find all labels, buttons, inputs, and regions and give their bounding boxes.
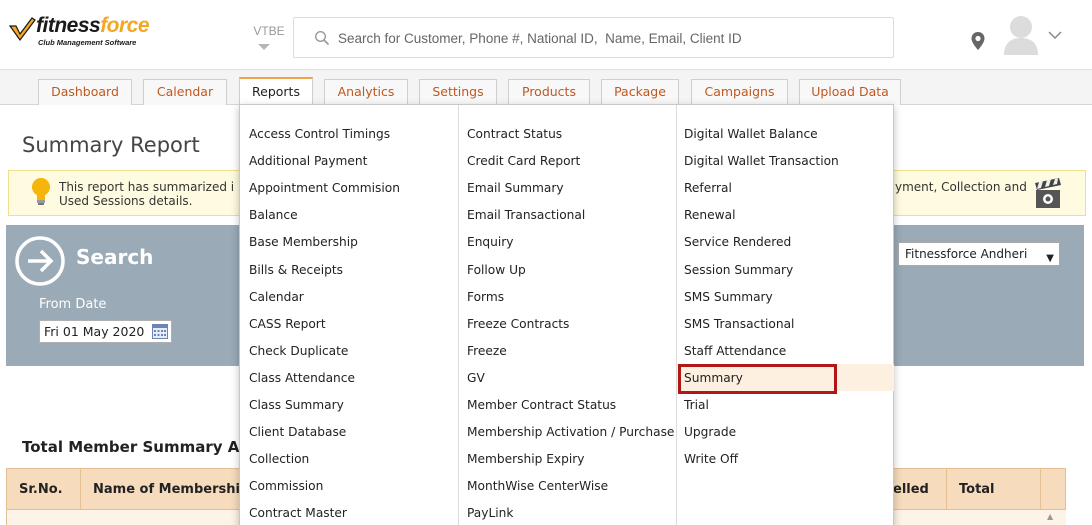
menu-item-credit-card-report[interactable]: Credit Card Report: [467, 154, 580, 168]
tab-calendar[interactable]: Calendar: [143, 79, 227, 105]
menu-item-digital-wallet-transaction[interactable]: Digital Wallet Transaction: [684, 154, 839, 168]
menu-item-membership-expiry[interactable]: Membership Expiry: [467, 452, 584, 466]
select-caret-icon: ▼: [1046, 253, 1054, 264]
menu-item-renewal[interactable]: Renewal: [684, 208, 735, 222]
from-date-label: From Date: [39, 297, 107, 312]
menu-item-referral[interactable]: Referral: [684, 181, 732, 195]
tab-upload-data[interactable]: Upload Data: [799, 79, 901, 105]
center-caret-icon[interactable]: [258, 44, 270, 50]
arrow-right-circle-icon[interactable]: [14, 235, 66, 287]
total-member-summary-title: Total Member Summary A: [22, 438, 240, 456]
branch-select-value: Fitnessforce Andheri: [905, 247, 1028, 261]
menu-item-write-off[interactable]: Write Off: [684, 452, 738, 466]
info-text-line2: Used Sessions details.: [59, 194, 193, 208]
reports-dropdown-menu: Access Control Timings Additional Payment…: [239, 104, 894, 525]
menu-item-follow-up[interactable]: Follow Up: [467, 263, 526, 277]
menu-item-member-contract-status[interactable]: Member Contract Status: [467, 398, 616, 412]
menu-item-access-control-timings[interactable]: Access Control Timings: [249, 127, 390, 141]
chevron-down-icon[interactable]: [1048, 30, 1062, 40]
page-title: Summary Report: [22, 133, 200, 157]
menu-item-email-summary[interactable]: Email Summary: [467, 181, 564, 195]
menu-item-cass-report[interactable]: CASS Report: [249, 317, 326, 331]
main-tab-bar: Dashboard Calendar Reports Analytics Set…: [0, 70, 1092, 106]
tab-reports[interactable]: Reports: [239, 77, 313, 106]
menu-item-contract-master[interactable]: Contract Master: [249, 506, 347, 520]
from-date-field[interactable]: Fri 01 May 2020: [39, 320, 172, 343]
app-header: fitnessforce Club Management Software VT…: [0, 0, 1092, 70]
menu-item-email-transactional[interactable]: Email Transactional: [467, 208, 585, 222]
lightbulb-icon: [32, 178, 50, 205]
menu-item-forms[interactable]: Forms: [467, 290, 504, 304]
branch-select[interactable]: Fitnessforce Andheri ▼: [898, 242, 1060, 266]
menu-item-freeze[interactable]: Freeze: [467, 344, 507, 358]
menu-item-service-rendered[interactable]: Service Rendered: [684, 235, 791, 249]
menu-item-class-attendance[interactable]: Class Attendance: [249, 371, 355, 385]
menu-item-enquiry[interactable]: Enquiry: [467, 235, 514, 249]
tab-products[interactable]: Products: [508, 79, 590, 105]
col-header-srno[interactable]: Sr.No.: [7, 469, 81, 511]
col-header-total[interactable]: Total: [947, 469, 1041, 511]
logo-tagline: Club Management Software: [38, 38, 137, 47]
menu-column-divider: [458, 105, 459, 525]
tab-settings[interactable]: Settings: [419, 79, 497, 105]
col-header-membership[interactable]: Name of Membership: [81, 469, 249, 511]
global-search-input[interactable]: [338, 27, 878, 49]
menu-item-additional-payment[interactable]: Additional Payment: [249, 154, 367, 168]
fitnessforce-logo[interactable]: fitnessforce Club Management Software: [8, 14, 158, 48]
menu-item-freeze-contracts[interactable]: Freeze Contracts: [467, 317, 569, 331]
global-search-box[interactable]: [293, 17, 894, 58]
video-clapper-icon[interactable]: [1033, 177, 1063, 211]
from-date-value: Fri 01 May 2020: [44, 324, 145, 339]
scroll-up-icon[interactable]: ▲: [1047, 512, 1059, 524]
menu-item-paylink[interactable]: PayLink: [467, 506, 513, 520]
menu-item-sms-summary[interactable]: SMS Summary: [684, 290, 773, 304]
tab-campaigns[interactable]: Campaigns: [691, 79, 788, 105]
menu-column-divider: [676, 105, 677, 525]
tab-package[interactable]: Package: [601, 79, 679, 105]
summary-highlight-box: [678, 364, 837, 394]
menu-item-gv[interactable]: GV: [467, 371, 485, 385]
menu-item-check-duplicate[interactable]: Check Duplicate: [249, 344, 348, 358]
logo-wordmark: fitnessforce: [36, 14, 150, 37]
center-code-selector[interactable]: VTBE: [251, 24, 287, 38]
info-text-right: yment, Collection and: [895, 180, 1027, 194]
menu-item-base-membership[interactable]: Base Membership: [249, 235, 358, 249]
menu-item-calendar[interactable]: Calendar: [249, 290, 304, 304]
menu-item-membership-activation-purchase[interactable]: Membership Activation / Purchase: [467, 425, 674, 439]
menu-item-client-database[interactable]: Client Database: [249, 425, 346, 439]
logo-check-icon: [8, 17, 36, 42]
search-icon: [314, 30, 330, 46]
menu-item-sms-transactional[interactable]: SMS Transactional: [684, 317, 794, 331]
menu-item-collection[interactable]: Collection: [249, 452, 309, 466]
calendar-icon[interactable]: [152, 324, 168, 339]
menu-item-staff-attendance[interactable]: Staff Attendance: [684, 344, 786, 358]
menu-item-monthwise-centerwise[interactable]: MonthWise CenterWise: [467, 479, 608, 493]
menu-item-bills-receipts[interactable]: Bills & Receipts: [249, 263, 343, 277]
menu-item-upgrade[interactable]: Upgrade: [684, 425, 736, 439]
menu-item-contract-status[interactable]: Contract Status: [467, 127, 562, 141]
location-pin-icon[interactable]: [970, 31, 986, 51]
search-heading: Search: [76, 245, 154, 269]
menu-item-digital-wallet-balance[interactable]: Digital Wallet Balance: [684, 127, 818, 141]
menu-item-trial[interactable]: Trial: [684, 398, 709, 412]
menu-item-appointment-commision[interactable]: Appointment Commision: [249, 181, 400, 195]
info-text-line1: This report has summarized i: [59, 180, 235, 194]
menu-item-class-summary[interactable]: Class Summary: [249, 398, 344, 412]
tab-analytics[interactable]: Analytics: [324, 79, 408, 105]
user-avatar-icon[interactable]: [1001, 13, 1041, 55]
menu-item-commission[interactable]: Commission: [249, 479, 323, 493]
menu-item-balance[interactable]: Balance: [249, 208, 298, 222]
menu-item-session-summary[interactable]: Session Summary: [684, 263, 793, 277]
tab-dashboard[interactable]: Dashboard: [38, 79, 132, 105]
